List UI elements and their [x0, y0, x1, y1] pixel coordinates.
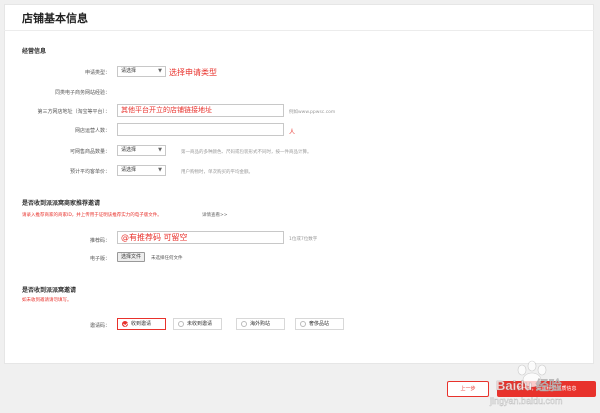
goods-count-value: 请选择 [121, 147, 137, 153]
staff-label: 网店运营人数： [74, 128, 110, 134]
recommend-code-label: 推荐码： [89, 238, 110, 244]
third-party-input[interactable]: 其他平台开立的店铺链接地址 [117, 104, 284, 117]
check-icon [122, 321, 128, 327]
section-title-recommend: 是否收到派派窝商家推荐邀请 [22, 200, 101, 207]
avg-price-value: 请选择 [121, 167, 137, 173]
next-step-button[interactable]: 下一步，完善经营资质信息 [497, 381, 596, 397]
staff-unit: 人 [289, 129, 296, 136]
third-party-value: 其他平台开立的店铺链接地址 [121, 106, 212, 114]
goods-count-hint: 第一商品的多种颜色、尺码或包装形式不同时，按一件商品计算。 [181, 150, 312, 155]
chevron-down-icon: ▼ [158, 167, 162, 173]
chevron-down-icon: ▼ [158, 68, 162, 74]
experience-label: 同类电子商务网站经验： [54, 90, 110, 96]
avg-price-select[interactable]: 请选择 ▼ [117, 165, 166, 176]
watermark-url: jingyan.baidu.com [489, 396, 563, 406]
form-card [4, 4, 594, 364]
choose-file-button[interactable]: 选择文件 [117, 252, 146, 262]
title-divider [4, 30, 594, 31]
invite-option-received[interactable]: 收到邀请 [117, 318, 166, 330]
apply-type-select[interactable]: 请选择 ▼ [117, 66, 166, 77]
invite-option-not-received[interactable]: 未收到邀请 [173, 318, 222, 330]
recommend-code-input[interactable]: @有推荐码 可留空 [117, 231, 284, 244]
avg-price-hint: 用户购物时，单次购买的平均金额。 [181, 170, 253, 175]
radio-circle-icon [300, 321, 306, 327]
third-party-hint: 例如www.ppwsc.com [289, 110, 336, 115]
invite-warning: 如未收到邀请请勿填写。 [22, 298, 72, 303]
file-label: 电子版： [89, 256, 110, 262]
goods-count-select[interactable]: 请选择 ▼ [117, 145, 166, 156]
invite-option-label: 奢侈品站 [309, 321, 330, 327]
third-party-label: 第三方网店地址（淘宝等平台）： [37, 109, 110, 115]
invite-label: 邀请码： [89, 323, 110, 329]
goods-count-label: 可网售商品数量： [69, 149, 110, 155]
section-title-operation: 经营信息 [22, 48, 47, 55]
recommend-code-value: @有推荐码 可留空 [121, 233, 188, 242]
recommend-detail-link[interactable]: 详情查看>> [202, 212, 228, 218]
chevron-down-icon: ▼ [158, 147, 162, 153]
staff-input[interactable] [117, 123, 284, 136]
radio-circle-icon [178, 321, 184, 327]
avg-price-label: 预计平均客单价： [69, 169, 110, 175]
invite-option-label: 未收到邀请 [187, 321, 213, 327]
section-title-invite: 是否收到派派窝邀请 [22, 287, 77, 294]
invite-option-label: 海外购站 [250, 321, 271, 327]
apply-type-note: 选择申请类型 [169, 68, 217, 77]
radio-circle-icon [241, 321, 247, 327]
page-title: 店铺基本信息 [22, 12, 88, 25]
apply-type-label: 申请类型： [84, 70, 110, 76]
recommend-code-hint: 1位或7位数字 [289, 237, 318, 242]
apply-type-value: 请选择 [121, 68, 137, 74]
invite-option-luxury[interactable]: 奢侈品站 [295, 318, 344, 330]
prev-step-button[interactable]: 上一步 [447, 381, 489, 397]
invite-option-label: 收到邀请 [131, 321, 152, 327]
file-status: 未选择任何文件 [151, 256, 183, 261]
invite-option-overseas[interactable]: 海外购站 [236, 318, 285, 330]
recommend-warning: 请录入推荐商家的商家ID，并上传用于证明该推荐实力的电子版文件。 [22, 213, 162, 218]
